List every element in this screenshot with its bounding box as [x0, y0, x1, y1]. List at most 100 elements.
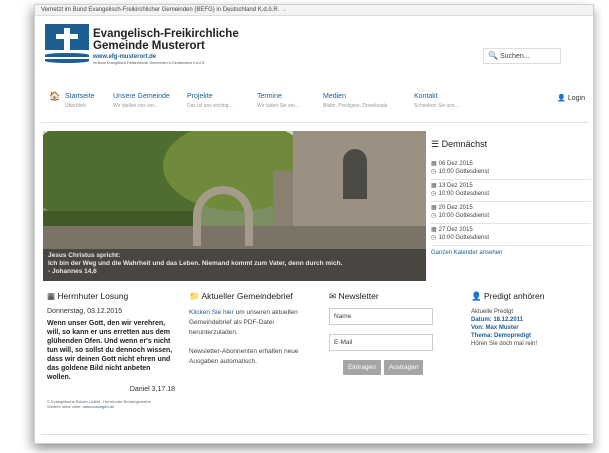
losung-info-prefix: Weitere Infos unter: [47, 404, 82, 409]
list-item[interactable]: ▦ 13 Dez 2015 ◷ 10:00 Gottesdienst [431, 180, 591, 202]
nav-sub: Das ist uns wichtig... [187, 103, 233, 109]
clock-icon: ◷ [431, 213, 437, 219]
event-name: Gottesdienst [455, 191, 490, 197]
losung-title: ▦ Herrnhuter Losung [47, 291, 175, 302]
nav-divider [41, 122, 589, 123]
nav-label: Medien [323, 93, 346, 100]
list-icon: ☰ [431, 139, 440, 149]
search-input[interactable]: 🔍 Suchen... [483, 48, 561, 64]
search-placeholder: Suchen... [499, 53, 530, 60]
nav-item-startseite[interactable]: Startseite Überblick [65, 93, 95, 109]
calendar-icon: ▦ [431, 205, 437, 211]
hero-caption-text: Ich bin der Weg und die Wahrheit und das… [48, 260, 343, 267]
email-field[interactable]: E-Mail [329, 334, 433, 351]
losung-link[interactable]: www.losungen.de [83, 404, 114, 409]
unsubscribe-button[interactable]: Austragen [383, 360, 424, 375]
nav-sub: Wir laden Sie ein... [257, 103, 299, 109]
subscribe-button[interactable]: Eintragen [343, 360, 381, 375]
hero-caption: Jesus Christus spricht: Ich bin der Weg … [43, 249, 426, 281]
newsletter-title-text: Newsletter [338, 291, 379, 301]
newsletter-section: ✉ Newsletter Name E-Mail Eintragen Austr… [329, 291, 449, 375]
event-time: 10:00 [438, 235, 454, 241]
name-field[interactable]: Name [329, 308, 433, 325]
predigt-title-text: Predigt anhören [483, 291, 545, 301]
upcoming-title: ☰ Demnächst [431, 139, 591, 150]
hero-caption-title: Jesus Christus spricht: [48, 252, 121, 259]
predigt-date[interactable]: Datum: 18.12.2011 [471, 316, 591, 324]
nav-label: Projekte [187, 93, 213, 100]
user-icon: 👤 [471, 291, 482, 301]
nav-item-kontakt[interactable]: Kontakt Schreiben Sie uns... [414, 93, 459, 109]
brand-name-line1: Evangelisch-Freikirchliche [93, 28, 239, 40]
predigt-label: Aktuelle Predigt [471, 309, 514, 315]
clock-icon: ◷ [431, 235, 437, 241]
event-time: 10:00 [438, 169, 454, 175]
hero-caption-ref: - Johannes 14,6 [48, 268, 97, 275]
user-icon: 👤 [557, 95, 566, 102]
event-date: 20 Dez 2015 [438, 205, 473, 211]
logo-wave-1 [45, 53, 89, 57]
login-button[interactable]: 👤 Login [557, 94, 585, 102]
predigt-section: 👤 Predigt anhören Aktuelle Predigt Datum… [471, 291, 591, 348]
calendar-icon: ▦ [431, 227, 437, 233]
logo-cross-horizontal [56, 34, 78, 39]
predigt-by[interactable]: Von: Max Muster [471, 324, 591, 332]
hero-image: Jesus Christus spricht: Ich bin der Weg … [43, 131, 426, 281]
upcoming-title-text: Demnächst [441, 139, 488, 149]
gemeindebrief-newsletter-note: Newsletter-Abonnenten erhalten neue Ausg… [189, 348, 299, 365]
home-icon[interactable]: 🏠 [49, 91, 60, 102]
chevron-down-icon[interactable]: ⌄ [282, 7, 286, 13]
hero-window [343, 149, 367, 199]
nav-item-termine[interactable]: Termine Wir laden Sie ein... [257, 93, 299, 109]
folder-icon: 📁 [189, 291, 200, 301]
event-date: 13 Dez 2015 [438, 183, 473, 189]
network-bar[interactable]: Vernetzt im Bund Evangelisch-Freikirchli… [35, 5, 593, 16]
event-name: Gottesdienst [455, 169, 490, 175]
footer-divider [41, 434, 589, 435]
brand[interactable]: Evangelisch-Freikirchliche Gemeinde Must… [93, 28, 239, 65]
list-item[interactable]: ▦ 20 Dez 2015 ◷ 10:00 Gottesdienst [431, 202, 591, 224]
nav-item-medien[interactable]: Medien Bilder, Predigten, Downloads [323, 93, 387, 109]
losung-footer: © Evangelische Brüder-Unität - Herrnhute… [47, 399, 175, 409]
upcoming-events: ☰ Demnächst ▦ 06 Dez 2015 ◷ 10:00 Gottes… [431, 139, 591, 256]
page-frame: Vernetzt im Bund Evangelisch-Freikirchli… [34, 4, 594, 444]
main-nav: 🏠 Startseite Überblick Unsere Gemeinde W… [35, 79, 593, 119]
losung-text: Wenn unser Gott, den wir verehren, will,… [47, 320, 173, 381]
nav-sub: Überblick [65, 103, 86, 109]
gemeindebrief-section: 📁 Aktueller Gemeindebrief Klicken Sie hi… [189, 291, 313, 367]
brand-name-line2: Gemeinde Musterort [93, 40, 205, 52]
brand-url: www.efg-musterort.de [93, 54, 157, 60]
event-time: 10:00 [438, 191, 454, 197]
network-bar-text: Vernetzt im Bund Evangelisch-Freikirchli… [41, 7, 280, 13]
brand-subtitle: im Bund Evangelisch-Freikirchlicher Geme… [93, 61, 206, 65]
logo-wave-2 [45, 59, 89, 63]
nav-sub: Bilder, Predigten, Downloads [323, 103, 388, 109]
newsletter-buttons: Eintragen Austragen [343, 360, 449, 375]
envelope-icon: ✉ [329, 291, 337, 301]
event-date: 27 Dez 2015 [438, 227, 473, 233]
predigt-cta: Hören Sie doch mal rein! [471, 341, 538, 347]
gemeindebrief-title: 📁 Aktueller Gemeindebrief [189, 291, 313, 302]
calendar-icon: ▦ [431, 161, 437, 167]
newsletter-title: ✉ Newsletter [329, 291, 449, 302]
losung-title-text: Herrnhuter Losung [57, 291, 129, 301]
nav-item-unsere-gemeinde[interactable]: Unsere Gemeinde Wir stellen uns vor... [113, 93, 170, 109]
logo-icon[interactable] [45, 24, 89, 64]
list-item[interactable]: ▦ 27 Dez 2015 ◷ 10:00 Gottesdienst [431, 224, 591, 246]
gemeindebrief-text: Klicken Sie hier um unseren aktuellen Ge… [189, 308, 313, 338]
logo-cross-vertical [64, 28, 70, 50]
nav-label: Kontakt [414, 93, 438, 100]
gemeindebrief-link[interactable]: Klicken Sie hier [189, 309, 234, 316]
site-header: Evangelisch-Freikirchliche Gemeinde Must… [35, 16, 593, 78]
calendar-icon: ▦ [47, 291, 56, 301]
calendar-link[interactable]: Ganzen Kalender ansehen [431, 250, 591, 256]
nav-item-projekte[interactable]: Projekte Das ist uns wichtig... [187, 93, 233, 109]
losung-reference: Daniel 3,17.18 [129, 386, 175, 393]
event-date: 06 Dez 2015 [438, 161, 473, 167]
nav-sub: Wir stellen uns vor... [113, 103, 159, 109]
losung-section: ▦ Herrnhuter Losung Donnerstag, 03.12.20… [47, 291, 175, 409]
predigt-theme[interactable]: Thema: Demopredigt [471, 332, 591, 340]
login-label: Login [567, 95, 585, 102]
list-item[interactable]: ▦ 06 Dez 2015 ◷ 10:00 Gottesdienst [431, 158, 591, 180]
nav-label: Startseite [65, 93, 95, 100]
